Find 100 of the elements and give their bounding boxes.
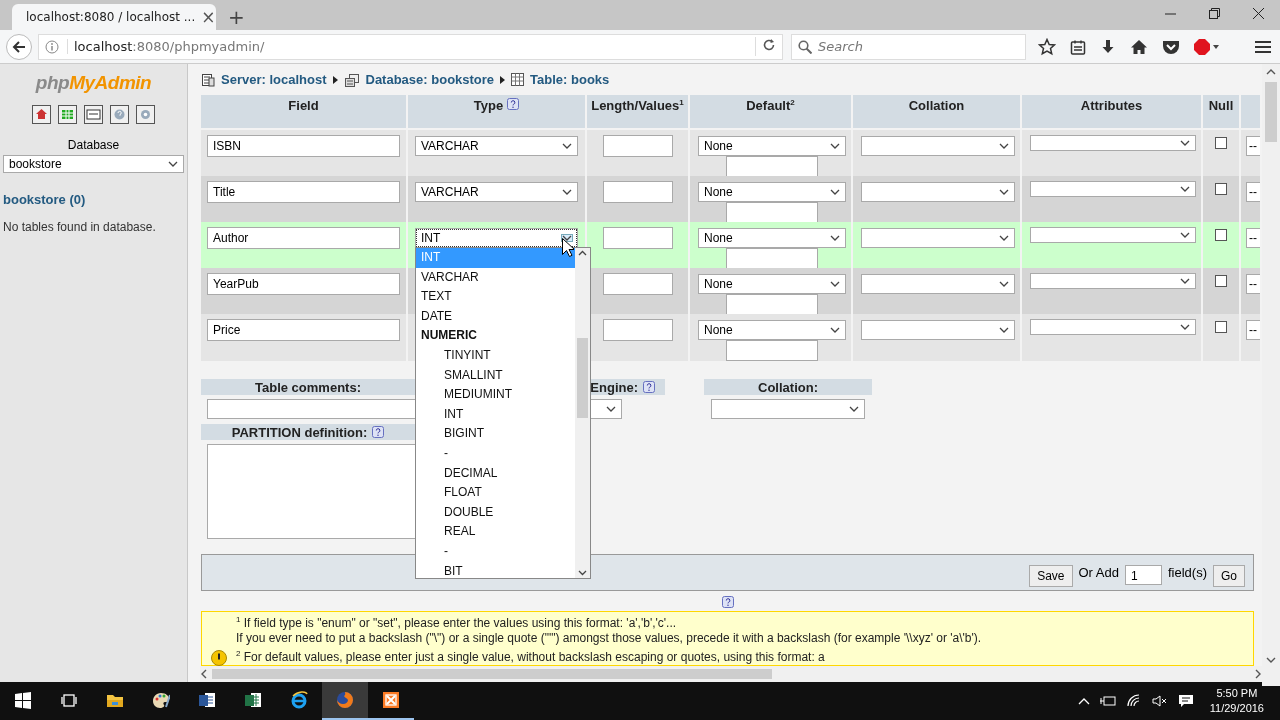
- reload-icon[interactable]: [762, 38, 776, 52]
- length-input[interactable]: [602, 227, 673, 249]
- length-input[interactable]: [602, 135, 673, 157]
- dropdown-option[interactable]: REAL: [416, 522, 575, 542]
- chevron-up-icon[interactable]: [1077, 697, 1090, 705]
- column-header: Attributes: [1080, 98, 1143, 113]
- default-select[interactable]: None: [698, 136, 846, 156]
- breadcrumb-link[interactable]: Server: localhost: [221, 72, 327, 87]
- help-icon: [643, 381, 655, 393]
- dropdown-option[interactable]: FLOAT: [416, 483, 575, 503]
- dropdown-option[interactable]: VARCHAR: [416, 267, 575, 288]
- extra-select[interactable]: --: [1246, 136, 1260, 156]
- length-input[interactable]: [602, 273, 673, 295]
- search-field[interactable]: Search: [791, 33, 1026, 60]
- type-select[interactable]: VARCHAR: [415, 136, 578, 156]
- home-icon[interactable]: [1130, 38, 1148, 55]
- type-dropdown-list[interactable]: INT VARCHAR TEXT DATE NUMERIC TINYINT SMALLINT MEDIUMINT INT BIGINT - DECIMAL FLOAT DOUBLE REAL - BIT: [415, 247, 591, 579]
- table-grid-icon[interactable]: [58, 105, 77, 124]
- field-name-input[interactable]: Price: [207, 319, 400, 341]
- dropdown-option[interactable]: DATE: [416, 306, 575, 327]
- go-button[interactable]: Go: [1213, 564, 1245, 587]
- field-name-input[interactable]: Title: [207, 181, 400, 203]
- dropdown-scrollbar[interactable]: [575, 248, 590, 578]
- dropdown-option[interactable]: -: [416, 443, 575, 464]
- type-select[interactable]: INT: [415, 228, 578, 248]
- pocket-icon[interactable]: [1162, 38, 1180, 55]
- default-select[interactable]: None: [698, 228, 846, 248]
- dropdown-option[interactable]: DOUBLE: [416, 502, 575, 523]
- info-icon: [45, 39, 59, 54]
- download-icon[interactable]: [1100, 38, 1116, 55]
- scroll-down-icon[interactable]: [578, 570, 587, 576]
- extra-select[interactable]: --: [1246, 320, 1260, 340]
- null-checkbox[interactable]: [1215, 321, 1227, 333]
- restore-icon[interactable]: [1209, 8, 1220, 19]
- database-select[interactable]: bookstore: [3, 155, 184, 173]
- menu-icon[interactable]: [1254, 38, 1272, 55]
- null-checkbox[interactable]: [1215, 183, 1227, 195]
- length-input[interactable]: [602, 181, 673, 203]
- type-select[interactable]: VARCHAR: [415, 182, 578, 202]
- scroll-up-icon[interactable]: [1266, 68, 1276, 76]
- tab-close-button[interactable]: ×: [201, 8, 216, 26]
- save-button[interactable]: Save: [1029, 564, 1073, 587]
- default-select[interactable]: None: [698, 182, 846, 202]
- close-icon[interactable]: [1253, 8, 1264, 19]
- default-select[interactable]: None: [698, 320, 846, 340]
- reading-list-icon[interactable]: [1070, 38, 1086, 55]
- back-button[interactable]: [6, 33, 32, 60]
- column-header: Length/Values$^{1}$: [591, 98, 684, 114]
- breadcrumb-link[interactable]: Database: bookstore: [365, 72, 495, 87]
- home-icon[interactable]: [32, 105, 51, 124]
- chevron-icon: [1180, 278, 1190, 284]
- default-value-input[interactable]: [726, 294, 818, 315]
- scrollbar-thumb[interactable]: [1265, 82, 1277, 142]
- browser-tab[interactable]: localhost:8080 / localhost ... ×: [12, 4, 216, 30]
- dropdown-option[interactable]: TINYINT: [416, 345, 575, 366]
- default-value-input[interactable]: [726, 202, 818, 223]
- null-checkbox[interactable]: [1215, 275, 1227, 287]
- new-tab-button[interactable]: +: [228, 7, 245, 27]
- field-count-input[interactable]: 1: [1124, 564, 1162, 585]
- length-input[interactable]: [602, 319, 673, 341]
- extra-select[interactable]: --: [1246, 274, 1260, 294]
- dropdown-option[interactable]: DECIMAL: [416, 463, 575, 484]
- null-checkbox[interactable]: [1215, 137, 1227, 149]
- dropdown-option[interactable]: BIGINT: [416, 424, 575, 444]
- taskbar-app-button[interactable]: [322, 682, 368, 720]
- extra-select[interactable]: --: [1246, 228, 1260, 248]
- breadcrumb-link[interactable]: Table: books: [530, 72, 610, 87]
- star-icon[interactable]: [1038, 37, 1056, 56]
- null-checkbox[interactable]: [1215, 229, 1227, 241]
- query-window-icon[interactable]: [84, 105, 103, 124]
- dropdown-option[interactable]: -: [416, 541, 575, 562]
- scroll-left-icon[interactable]: [200, 669, 208, 679]
- section-label: Table comments:: [255, 379, 361, 395]
- field-name-input[interactable]: YearPub: [207, 273, 400, 295]
- scroll-up-icon[interactable]: [578, 250, 587, 256]
- scrollbar-thumb[interactable]: [212, 669, 772, 679]
- scroll-right-icon[interactable]: [1254, 669, 1262, 679]
- dropdown-option[interactable]: BIT: [416, 561, 575, 582]
- settings-icon[interactable]: [136, 105, 155, 124]
- chevron-icon: [830, 327, 840, 333]
- dropdown-option[interactable]: MEDIUMINT: [416, 385, 575, 405]
- chevron-icon: [168, 161, 178, 167]
- default-select[interactable]: None: [698, 274, 846, 294]
- default-value-input[interactable]: [726, 340, 818, 361]
- volume-muted-icon[interactable]: [1151, 695, 1168, 707]
- default-value-input[interactable]: [726, 156, 818, 177]
- battery-plug-icon[interactable]: [1099, 695, 1116, 707]
- notification-icon[interactable]: [1177, 694, 1194, 708]
- database-link[interactable]: bookstore (0): [3, 192, 187, 207]
- scroll-down-icon[interactable]: [1266, 656, 1276, 664]
- default-value-input[interactable]: [726, 248, 818, 269]
- dropdown-option[interactable]: SMALLINT: [416, 365, 575, 386]
- field-name-input[interactable]: ISBN: [207, 135, 400, 157]
- dropdown-option[interactable]: INT: [416, 404, 575, 425]
- extra-select[interactable]: --: [1246, 182, 1260, 202]
- adblock-icon[interactable]: [1194, 38, 1220, 55]
- dropdown-option[interactable]: TEXT: [416, 287, 575, 307]
- help-icon[interactable]: [110, 105, 129, 124]
- wifi-icon[interactable]: [1125, 694, 1142, 708]
- field-name-input[interactable]: Author: [207, 227, 400, 249]
